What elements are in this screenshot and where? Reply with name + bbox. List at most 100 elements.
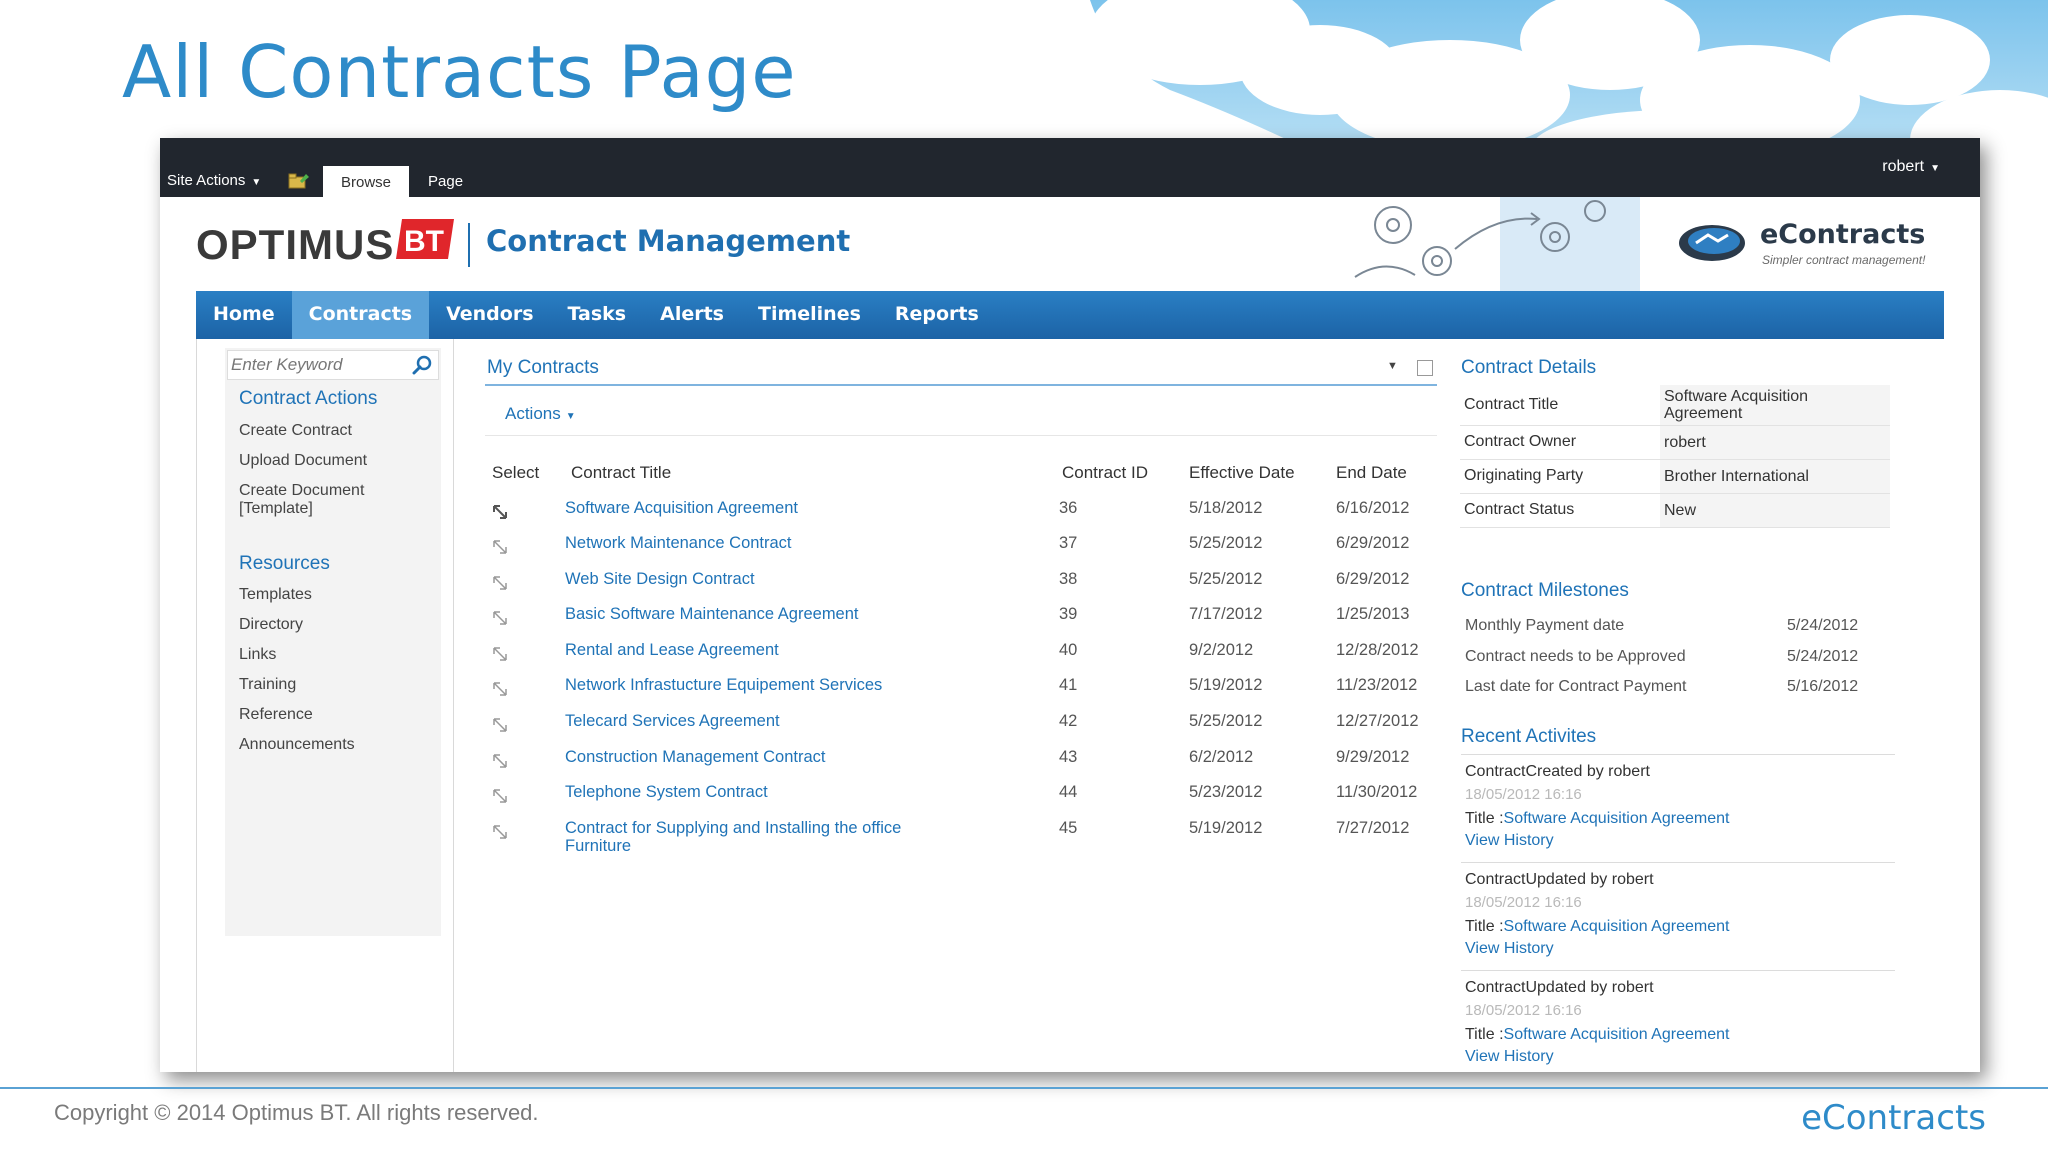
- contract-title-link[interactable]: Network Maintenance Contract: [565, 534, 985, 552]
- activity-time: 18/05/2012 16:16: [1465, 894, 1582, 911]
- table-row: Basic Software Maintenance Agreement 39 …: [485, 605, 1437, 637]
- view-history-link[interactable]: View History: [1465, 832, 1554, 850]
- my-contracts-title[interactable]: My Contracts: [487, 357, 599, 379]
- column-contract-title[interactable]: Contract Title: [571, 463, 671, 483]
- contract-title-link[interactable]: Rental and Lease Agreement: [565, 641, 985, 659]
- ribbon-bar: Site Actions ▼ Browse Page robert ▼: [160, 138, 1980, 197]
- tab-browse[interactable]: Browse: [323, 166, 409, 197]
- search-input[interactable]: [228, 351, 408, 379]
- contract-title-link[interactable]: Network Infrastucture Equipement Service…: [565, 676, 985, 694]
- panel-underline: [485, 384, 1437, 386]
- training-link[interactable]: Training: [239, 676, 439, 694]
- table-row: Network Infrastucture Equipement Service…: [485, 676, 1437, 708]
- select-row-icon[interactable]: [492, 717, 508, 733]
- topnav-home[interactable]: Home: [196, 291, 292, 339]
- select-row-icon[interactable]: [492, 681, 508, 697]
- resources-heading[interactable]: Resources: [239, 553, 330, 575]
- topnav-vendors[interactable]: Vendors: [429, 291, 550, 339]
- select-row-icon[interactable]: [492, 504, 508, 520]
- econtracts-name: eContracts: [1760, 219, 1926, 250]
- topnav-tasks[interactable]: Tasks: [551, 291, 644, 339]
- select-row-icon[interactable]: [492, 610, 508, 626]
- detail-row: Contract Status New: [1460, 493, 1890, 528]
- optimus-logo-text: OPTIMUS: [196, 221, 395, 268]
- contract-id: 38: [1059, 570, 1078, 588]
- column-end-date[interactable]: End Date: [1336, 463, 1407, 483]
- directory-link[interactable]: Directory: [239, 616, 439, 634]
- tab-page[interactable]: Page: [428, 173, 463, 190]
- search-icon[interactable]: [412, 355, 432, 375]
- select-row-icon[interactable]: [492, 646, 508, 662]
- contract-title-link[interactable]: Contract for Supplying and Installing th…: [565, 819, 965, 855]
- contract-id: 42: [1059, 712, 1078, 730]
- topnav-timelines[interactable]: Timelines: [741, 291, 878, 339]
- svg-text:BT: BT: [404, 225, 444, 258]
- view-history-link[interactable]: View History: [1465, 940, 1554, 958]
- column-effective-date[interactable]: Effective Date: [1189, 463, 1295, 483]
- user-menu[interactable]: robert ▼: [1882, 158, 1940, 176]
- contract-id: 39: [1059, 605, 1078, 623]
- optimus-bt-logo: BT: [396, 219, 454, 259]
- end-date: 7/27/2012: [1336, 819, 1410, 837]
- activity-contract-link[interactable]: Software Acquisition Agreement: [1504, 810, 1730, 827]
- copyright-text: Copyright © 2014 Optimus BT. All rights …: [54, 1100, 539, 1125]
- end-date: 1/25/2013: [1336, 605, 1410, 623]
- effective-date: 5/25/2012: [1189, 712, 1263, 730]
- slide-title: All Contracts Page: [122, 30, 797, 114]
- column-contract-id[interactable]: Contract ID: [1062, 463, 1148, 483]
- announcements-link[interactable]: Announcements: [239, 736, 439, 754]
- contract-id: 41: [1059, 676, 1078, 694]
- detail-row: Contract Title Software Acquisition Agre…: [1460, 385, 1890, 426]
- milestone-date: 5/24/2012: [1787, 617, 1859, 634]
- effective-date: 6/2/2012: [1189, 748, 1254, 766]
- select-row-icon[interactable]: [492, 575, 508, 591]
- activity-contract-link[interactable]: Software Acquisition Agreement: [1504, 918, 1730, 935]
- activity-title: Title :Software Acquisition Agreement: [1465, 918, 1729, 936]
- contract-title-link[interactable]: Construction Management Contract: [565, 748, 985, 766]
- effective-date: 5/25/2012: [1189, 570, 1263, 588]
- contract-title-link[interactable]: Software Acquisition Agreement: [565, 499, 985, 517]
- topnav-reports[interactable]: Reports: [878, 291, 996, 339]
- site-actions-menu[interactable]: Site Actions ▼: [167, 172, 261, 189]
- topnav-contracts[interactable]: Contracts: [291, 291, 430, 339]
- contract-title-link[interactable]: Telecard Services Agreement: [565, 712, 985, 730]
- detail-value: Software Acquisition Agreement: [1660, 385, 1890, 426]
- activity-contract-link[interactable]: Software Acquisition Agreement: [1504, 1026, 1730, 1043]
- view-history-link[interactable]: View History: [1465, 1048, 1554, 1066]
- activity-time: 18/05/2012 16:16: [1465, 786, 1582, 803]
- create-document-template-link[interactable]: Create Document [Template]: [239, 482, 439, 518]
- panel-menu-dropdown-icon[interactable]: ▼: [1387, 360, 1398, 372]
- actions-menu[interactable]: Actions ▼: [505, 404, 576, 424]
- contract-title-link[interactable]: Web Site Design Contract: [565, 570, 985, 588]
- end-date: 6/16/2012: [1336, 499, 1410, 517]
- chevron-down-icon: ▼: [565, 411, 576, 422]
- end-date: 12/27/2012: [1336, 712, 1419, 730]
- detail-value: robert: [1660, 425, 1890, 460]
- table-row: Telephone System Contract 44 5/23/2012 1…: [485, 783, 1437, 815]
- activity-event: ContractUpdated by robert: [1465, 979, 1654, 996]
- navigate-up-icon[interactable]: [288, 171, 310, 189]
- end-date: 12/28/2012: [1336, 641, 1419, 659]
- upload-document-link[interactable]: Upload Document: [239, 452, 439, 470]
- create-contract-link[interactable]: Create Contract: [239, 422, 439, 440]
- handshake-icon: [1679, 225, 1745, 261]
- effective-date: 5/19/2012: [1189, 819, 1263, 837]
- reference-link[interactable]: Reference: [239, 706, 439, 724]
- select-row-icon[interactable]: [492, 539, 508, 555]
- milestone-label: Monthly Payment date: [1465, 617, 1625, 634]
- contract-title-link[interactable]: Telephone System Contract: [565, 783, 985, 801]
- milestone-date: 5/24/2012: [1787, 648, 1859, 665]
- templates-link[interactable]: Templates: [239, 586, 439, 604]
- detail-label: Contract Owner: [1460, 425, 1660, 460]
- select-row-icon[interactable]: [492, 788, 508, 804]
- contract-title-link[interactable]: Basic Software Maintenance Agreement: [565, 605, 985, 623]
- select-row-icon[interactable]: [492, 824, 508, 840]
- select-row-icon[interactable]: [492, 753, 508, 769]
- table-row: Rental and Lease Agreement 40 9/2/2012 1…: [485, 641, 1437, 673]
- links-link[interactable]: Links: [239, 646, 439, 664]
- econtracts-tagline: Simpler contract management!: [1762, 253, 1926, 267]
- select-panel-checkbox[interactable]: [1417, 360, 1433, 376]
- contract-actions-heading[interactable]: Contract Actions: [239, 388, 377, 410]
- topnav-alerts[interactable]: Alerts: [643, 291, 741, 339]
- effective-date: 5/18/2012: [1189, 499, 1263, 517]
